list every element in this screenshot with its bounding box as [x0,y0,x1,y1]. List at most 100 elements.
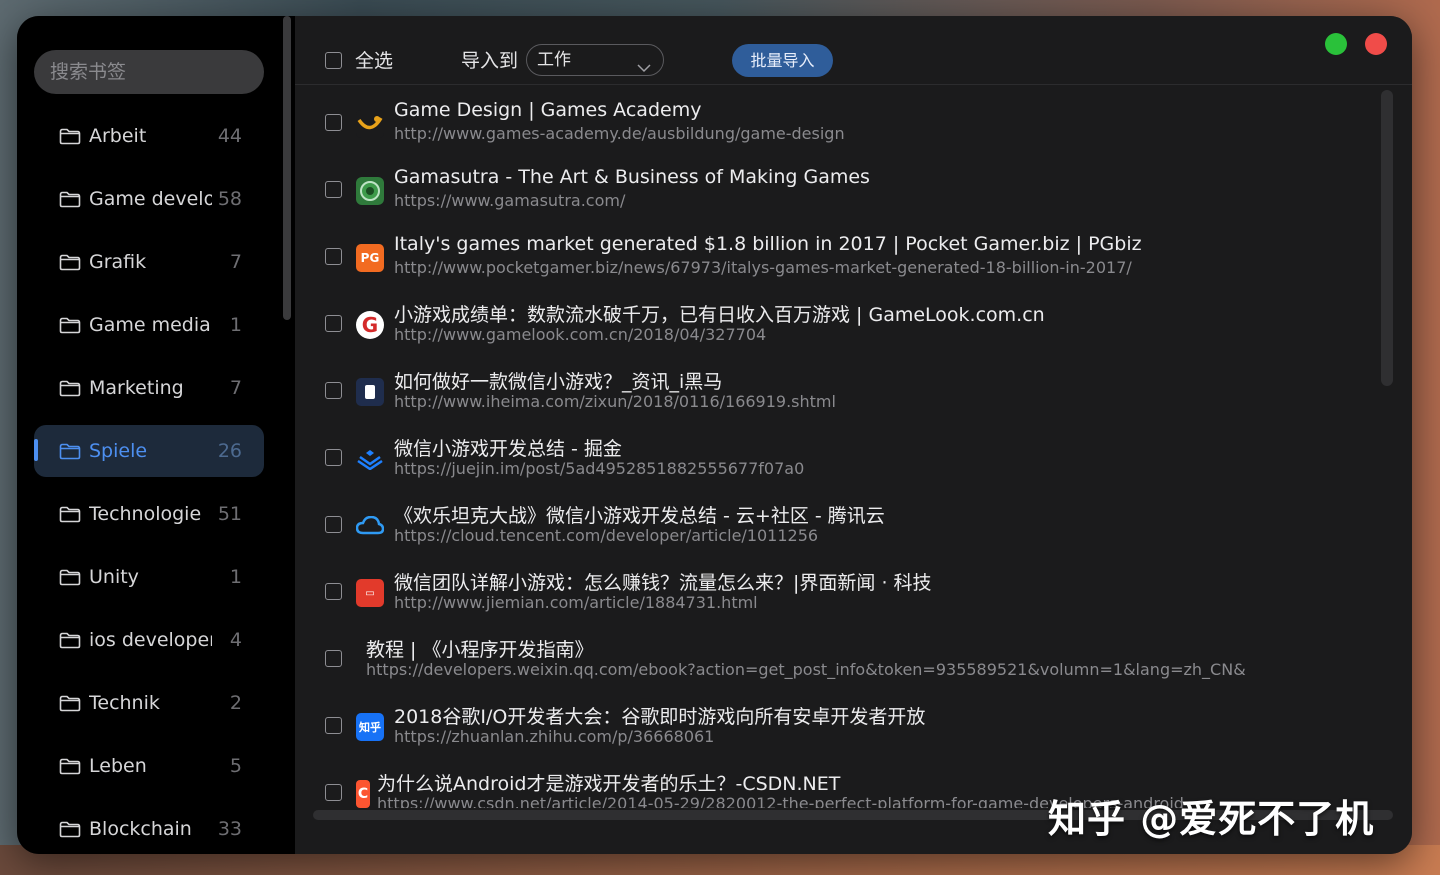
sidebar-item-arbeit[interactable]: Arbeit 44 [34,110,264,162]
sidebar: 搜索书签 Arbeit 44 Game develop58 Grafik 7 Game m… [17,16,295,854]
bookmark-url: http://www.games-academy.de/ausbildung/g… [394,124,845,143]
folder-count: 44 [217,125,242,147]
bookmark-url: http://www.jiemian.com/article/1884731.h… [394,593,758,612]
bookmark-checkbox[interactable] [325,784,342,801]
bookmark-row[interactable]: Game Design | Games Academy http://www.ga… [295,86,1412,153]
bookmark-list: Game Design | Games Academy http://www.ga… [295,86,1412,808]
sidebar-scrollbar[interactable] [283,16,291,320]
bookmark-title: 教程 | 《小程序开发指南》 [366,639,594,661]
bookmark-checkbox[interactable] [325,114,342,131]
folder-count: 7 [229,251,242,273]
folder-name: Arbeit [89,125,147,147]
zoom-button[interactable] [1325,33,1347,55]
folder-name: Technologie [89,503,202,525]
bookmark-checkbox[interactable] [325,650,342,667]
folder-icon [59,695,81,712]
folder-icon [59,632,81,649]
bookmark-title: 《欢乐坦克大战》微信小游戏开发总结 - 云+社区 - 腾讯云 [394,505,885,527]
bookmark-checkbox[interactable] [325,516,342,533]
sidebar-item-game-develop[interactable]: Game develop58 [34,173,264,225]
bookmark-title: 如何做好一款微信小游戏？_资讯_i黑马 [394,371,723,393]
folder-count: 51 [217,503,242,525]
bookmark-row[interactable]: 《欢乐坦克大战》微信小游戏开发总结 - 云+社区 - 腾讯云 https://cl… [295,488,1412,555]
bookmark-row[interactable]: G 小游戏成绩单：数款流水破千万，已有日收入百万游戏 | GameLook.com… [295,287,1412,354]
folder-icon [59,191,81,208]
jiemian-icon: ▭ [356,579,384,607]
bookmark-checkbox[interactable] [325,717,342,734]
bookmark-row[interactable]: Gamasutra - The Art & Business of Making… [295,153,1412,220]
bookmark-checkbox[interactable] [325,248,342,265]
iheima-icon [356,378,384,406]
bookmark-row[interactable]: 微信小游戏开发总结 - 掘金 https://juejin.im/post/5ad… [295,421,1412,488]
bookmark-title: 为什么说Android才是游戏开发者的乐土？-CSDN.NET [377,773,841,795]
folder-count: 4 [229,629,242,651]
folder-icon [59,128,81,145]
bookmark-url: https://zhuanlan.zhihu.com/p/36668061 [394,727,715,746]
bookmark-row[interactable]: 教程 | 《小程序开发指南》 https://developers.weixin.… [295,622,1412,689]
folder-name: Technik [89,692,160,714]
folder-count: 33 [217,818,242,840]
bookmark-checkbox[interactable] [325,382,342,399]
sidebar-item-unity[interactable]: Unity 1 [34,551,264,603]
sidebar-item-grafik[interactable]: Grafik 7 [34,236,264,288]
folder-name: ios developer [89,629,212,651]
folder-name: Grafik [89,251,147,273]
folder-name: Spiele [89,440,148,462]
bookmark-row[interactable]: PG Italy's games market generated $1.8 bi… [295,220,1412,287]
sidebar-item-spiele[interactable]: Spiele 26 [34,425,264,477]
bookmark-url: https://www.gamasutra.com/ [394,191,626,210]
folder-name: Leben [89,755,147,777]
toolbar: 全选 导入到 工作 批量导入 [295,16,1412,85]
folder-icon [59,506,81,523]
folder-icon [59,569,81,586]
bookmark-row[interactable]: ▭ 微信团队详解小游戏：怎么赚钱？流量怎么来？|界面新闻 · 科技 http://w… [295,555,1412,622]
zhihu-icon: 知乎 [356,713,384,741]
games-academy-icon [356,110,384,138]
sidebar-item-leben[interactable]: Leben 5 [34,740,264,792]
folder-icon [59,380,81,397]
bookmark-checkbox[interactable] [325,583,342,600]
sidebar-item-technik[interactable]: Technik 2 [34,677,264,729]
sidebar-item-ios-developer[interactable]: ios developer 4 [34,614,264,666]
gamelook-icon: G [356,311,384,339]
sidebar-item-technologie[interactable]: Technologie 51 [34,488,264,540]
folder-count: 26 [217,440,242,462]
sidebar-item-marketing[interactable]: Marketing 7 [34,362,264,414]
csdn-icon: C [356,780,370,808]
tencent-cloud-icon [356,512,384,540]
folder-name: Marketing [89,377,184,399]
folder-icon [59,317,81,334]
target-folder-select[interactable]: 工作 [526,44,664,76]
folder-count: 7 [229,377,242,399]
bookmark-checkbox[interactable] [325,449,342,466]
close-button[interactable] [1365,33,1387,55]
folder-icon [59,758,81,775]
bookmark-url: http://www.pocketgamer.biz/news/67973/it… [394,258,1132,277]
juejin-icon [356,445,384,473]
bookmark-title: 微信团队详解小游戏：怎么赚钱？流量怎么来？|界面新闻 · 科技 [394,572,932,594]
watermark: 知乎 @爱死不了机 [1048,797,1375,841]
bookmark-title: 微信小游戏开发总结 - 掘金 [394,438,622,460]
folder-count: 1 [229,566,242,588]
folder-count: 2 [229,692,242,714]
bookmark-url: https://juejin.im/post/5ad49528518825556… [394,459,805,478]
bookmark-title: Game Design | Games Academy [394,99,702,121]
bookmark-row[interactable]: 知乎 2018谷歌I/O开发者大会：谷歌即时游戏向所有安卓开发者开放 https:/… [295,689,1412,756]
select-all-label[interactable]: 全选 [355,46,393,73]
bookmark-title: 小游戏成绩单：数款流水破千万，已有日收入百万游戏 | GameLook.com.… [394,304,1045,326]
folder-name: Unity [89,566,139,588]
folder-name: Game develop [89,188,212,210]
pocketgamer-icon: PG [356,244,384,272]
batch-import-button[interactable]: 批量导入 [732,44,833,77]
bookmark-checkbox[interactable] [325,315,342,332]
bookmark-checkbox[interactable] [325,181,342,198]
import-to-label: 导入到 [461,50,519,72]
sidebar-item-game-media[interactable]: Game media 1 [34,299,264,351]
select-all-checkbox[interactable] [325,52,342,69]
vertical-scrollbar[interactable] [1381,90,1393,386]
bookmark-row[interactable]: 如何做好一款微信小游戏？_资讯_i黑马 http://www.iheima.com… [295,354,1412,421]
folder-name: Blockchain [89,818,192,840]
search-input[interactable]: 搜索书签 [34,50,264,94]
folder-count: 5 [229,755,242,777]
sidebar-item-blockchain[interactable]: Blockchain 33 [34,803,264,854]
